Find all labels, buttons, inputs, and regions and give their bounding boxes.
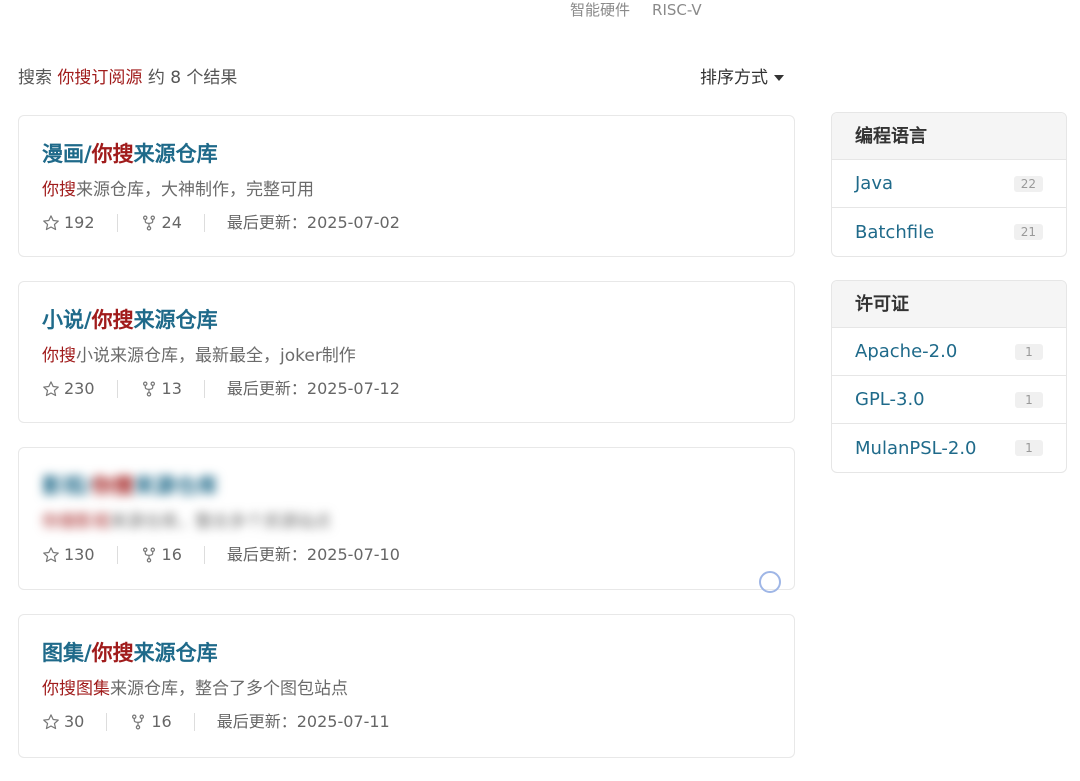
fork-count[interactable]: 13 bbox=[140, 378, 182, 400]
star-icon bbox=[42, 713, 60, 731]
result-title[interactable]: 影视/你搜来源仓库 bbox=[42, 472, 218, 500]
license-filter-panel: 许可证 Apache-2.0 1 GPL-3.0 1 MulanPSL-2.0 … bbox=[831, 280, 1067, 473]
sort-dropdown[interactable]: 排序方式 bbox=[700, 66, 784, 90]
result-title[interactable]: 小说/你搜来源仓库 bbox=[42, 306, 218, 334]
search-keyword: 你搜订阅源 bbox=[57, 68, 143, 88]
star-count[interactable]: 30 bbox=[42, 711, 84, 733]
divider bbox=[106, 713, 108, 731]
result-card[interactable]: 图集/你搜来源仓库 你搜图集来源仓库，整合了多个图包站点 30 16 最后更新：… bbox=[18, 614, 795, 758]
filter-label: GPL-3.0 bbox=[855, 389, 925, 410]
result-meta: 130 16 最后更新：2025-07-10 bbox=[42, 544, 400, 566]
divider bbox=[116, 380, 118, 398]
filter-label: MulanPSL-2.0 bbox=[855, 437, 977, 459]
loading-spinner-icon bbox=[759, 571, 781, 593]
fork-icon bbox=[140, 214, 158, 232]
filter-label: Batchfile bbox=[855, 221, 935, 243]
fork-icon bbox=[140, 546, 158, 564]
star-count[interactable]: 130 bbox=[42, 544, 95, 566]
language-filter-java[interactable]: Java 22 bbox=[832, 160, 1066, 208]
result-description: 你搜图集来源仓库，整合了多个图包站点 bbox=[42, 679, 348, 699]
result-card[interactable]: 影视/你搜来源仓库 你搜影视来源仓库，整合多个资源站点 130 16 最后更新：… bbox=[18, 447, 795, 590]
filter-count-badge: 1 bbox=[1015, 391, 1043, 408]
star-icon bbox=[42, 380, 60, 398]
divider bbox=[203, 214, 205, 232]
license-filter-apache[interactable]: Apache-2.0 1 bbox=[832, 328, 1066, 376]
search-summary: 搜索 你搜订阅源 约 8 个结果 bbox=[18, 66, 237, 90]
language-filter-batchfile[interactable]: Batchfile 21 bbox=[832, 208, 1066, 256]
license-filter-gpl[interactable]: GPL-3.0 1 bbox=[832, 376, 1066, 424]
caret-down-icon bbox=[774, 75, 784, 81]
filter-count-badge: 1 bbox=[1015, 343, 1043, 360]
fork-count[interactable]: 16 bbox=[129, 711, 172, 733]
result-description: 你搜小说来源仓库，最新最全，joker制作 bbox=[42, 346, 356, 366]
license-filter-mulan[interactable]: MulanPSL-2.0 1 bbox=[832, 424, 1066, 472]
last-updated: 最后更新：2025-07-12 bbox=[226, 379, 400, 398]
divider bbox=[116, 214, 118, 232]
divider bbox=[193, 713, 195, 731]
fork-count[interactable]: 16 bbox=[140, 544, 182, 566]
nav-item-hardware[interactable]: 智能硬件 bbox=[570, 0, 630, 24]
fork-icon bbox=[129, 713, 147, 731]
top-nav: 智能硬件 RISC-V bbox=[570, 0, 702, 24]
star-count[interactable]: 192 bbox=[42, 212, 95, 234]
result-card[interactable]: 漫画/你搜来源仓库 你搜来源仓库，大神制作，完整可用 192 24 最后更新：2… bbox=[18, 115, 795, 257]
divider bbox=[203, 546, 205, 564]
last-updated: 最后更新：2025-07-11 bbox=[216, 712, 390, 731]
result-card[interactable]: 小说/你搜来源仓库 你搜小说来源仓库，最新最全，joker制作 230 13 最… bbox=[18, 281, 795, 423]
result-description: 你搜影视来源仓库，整合多个资源站点 bbox=[42, 512, 331, 532]
result-title[interactable]: 图集/你搜来源仓库 bbox=[42, 639, 218, 667]
fork-count[interactable]: 24 bbox=[140, 212, 182, 234]
fork-icon bbox=[140, 380, 158, 398]
divider bbox=[203, 380, 205, 398]
filter-label: Java bbox=[855, 173, 894, 194]
language-panel-heading: 编程语言 bbox=[832, 113, 1066, 160]
result-meta: 230 13 最后更新：2025-07-12 bbox=[42, 378, 400, 400]
language-filter-panel: 编程语言 Java 22 Batchfile 21 bbox=[831, 112, 1067, 257]
star-icon bbox=[42, 546, 60, 564]
last-updated: 最后更新：2025-07-02 bbox=[226, 213, 400, 232]
star-icon bbox=[42, 214, 60, 232]
filter-label: Apache-2.0 bbox=[855, 341, 958, 362]
result-title[interactable]: 漫画/你搜来源仓库 bbox=[42, 140, 218, 168]
divider bbox=[116, 546, 118, 564]
sort-label: 排序方式 bbox=[700, 68, 768, 88]
result-meta: 192 24 最后更新：2025-07-02 bbox=[42, 212, 400, 234]
filter-count-badge: 21 bbox=[1013, 224, 1043, 240]
filter-count-badge: 22 bbox=[1013, 175, 1043, 192]
last-updated: 最后更新：2025-07-10 bbox=[226, 545, 400, 564]
search-prefix: 搜索 bbox=[18, 68, 52, 88]
star-count[interactable]: 230 bbox=[42, 378, 95, 400]
license-panel-heading: 许可证 bbox=[832, 281, 1066, 328]
result-meta: 30 16 最后更新：2025-07-11 bbox=[42, 711, 390, 733]
result-description: 你搜来源仓库，大神制作，完整可用 bbox=[42, 180, 314, 200]
nav-item-riscv[interactable]: RISC-V bbox=[652, 0, 702, 24]
filter-count-badge: 1 bbox=[1015, 440, 1043, 456]
result-count: 约 8 个结果 bbox=[147, 68, 238, 88]
